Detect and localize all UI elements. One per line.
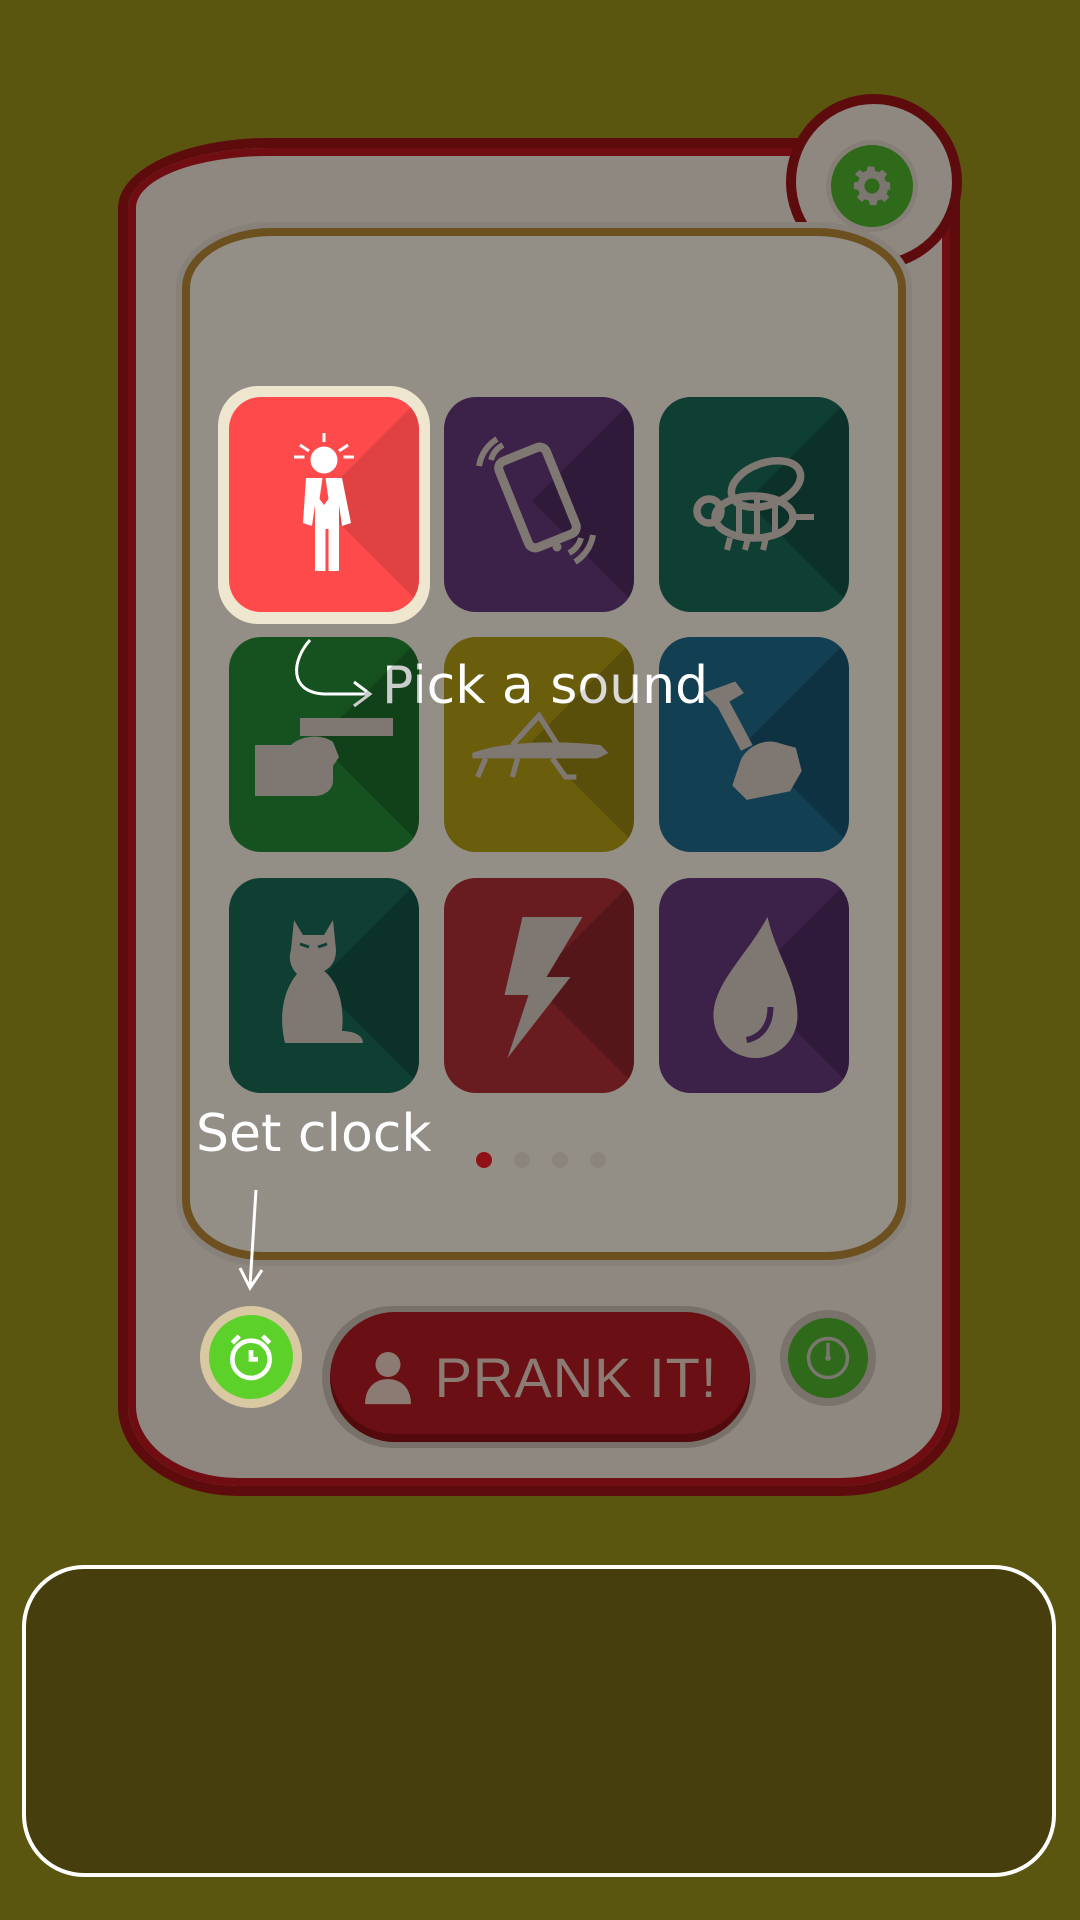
ad-banner-area[interactable]	[22, 1565, 1056, 1877]
businessman-icon	[294, 432, 354, 571]
sound-tile-cat[interactable]	[229, 878, 419, 1093]
grasshopper-icon	[472, 710, 609, 780]
sound-tile-hand-gun[interactable]	[229, 637, 419, 852]
water-drop-icon	[713, 916, 798, 1058]
hand-gun-icon	[255, 717, 393, 796]
page-dot[interactable]	[590, 1152, 606, 1168]
cat-icon	[282, 919, 363, 1043]
alarm-clock-icon	[230, 1334, 272, 1381]
page-dot[interactable]	[514, 1152, 530, 1168]
gear-icon	[853, 166, 893, 206]
person-icon	[364, 1352, 411, 1405]
sound-tile-businessman[interactable]	[229, 397, 419, 612]
sound-tile-lightning[interactable]	[444, 878, 634, 1093]
prank-it-button[interactable]: PRANK IT!	[330, 1312, 750, 1442]
lightning-icon	[504, 916, 583, 1058]
bee-icon	[693, 456, 814, 551]
set-clock-hint: Set clock	[196, 1104, 432, 1164]
set-clock-button[interactable]	[200, 1306, 302, 1408]
prank-it-label: PRANK IT!	[434, 1345, 718, 1409]
page-dot[interactable]	[476, 1152, 492, 1168]
settings-button[interactable]	[826, 140, 918, 232]
sound-tile-vibrating-phone[interactable]	[444, 397, 634, 612]
timer-button[interactable]	[780, 1310, 876, 1406]
hammer-hand-icon	[703, 680, 802, 800]
sound-tile-water-drop[interactable]	[659, 878, 849, 1093]
set-clock-arrow	[238, 1189, 264, 1291]
sound-tile-bee[interactable]	[659, 397, 849, 612]
stopwatch-icon	[806, 1336, 850, 1380]
page-dot[interactable]	[552, 1152, 568, 1168]
vibrating-phone-icon	[476, 435, 596, 565]
